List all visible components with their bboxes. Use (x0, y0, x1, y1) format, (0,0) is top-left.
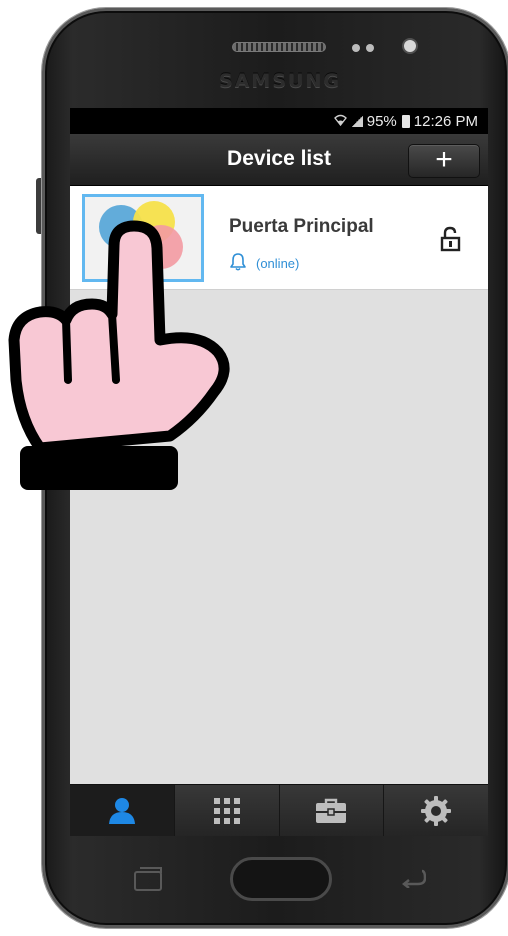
battery-icon (401, 114, 410, 128)
signal-icon (350, 115, 363, 127)
tab-settings[interactable] (384, 785, 488, 836)
gear-icon (421, 795, 452, 826)
tab-devices[interactable] (70, 785, 175, 836)
device-name: Puerta Principal (229, 216, 374, 237)
front-camera (404, 40, 416, 52)
user-icon (108, 797, 135, 824)
earpiece-speaker (232, 42, 326, 52)
clock: 12:26 PM (413, 112, 478, 130)
home-button[interactable] (230, 857, 332, 901)
briefcase-icon (316, 798, 347, 823)
tab-tools[interactable] (279, 785, 385, 836)
proximity-sensor (352, 44, 360, 52)
unlocked-padlock-icon[interactable] (439, 226, 463, 252)
battery-percent: 95% (366, 112, 397, 130)
back-key[interactable] (398, 868, 426, 888)
tab-apps[interactable] (174, 785, 280, 836)
wifi-icon (333, 114, 347, 129)
pointing-hand-icon (8, 220, 230, 490)
brand-logo: SAMSUNG (219, 70, 341, 92)
bottom-tab-bar (70, 784, 488, 836)
device-status: (online) (256, 256, 300, 271)
status-bar: 95% 12:26 PM (70, 108, 488, 134)
title-bar: Device list + (70, 134, 488, 186)
recent-apps-key[interactable] (134, 867, 162, 891)
light-sensor (366, 44, 374, 52)
add-device-button[interactable]: + (408, 144, 480, 178)
grid-icon (213, 797, 240, 824)
